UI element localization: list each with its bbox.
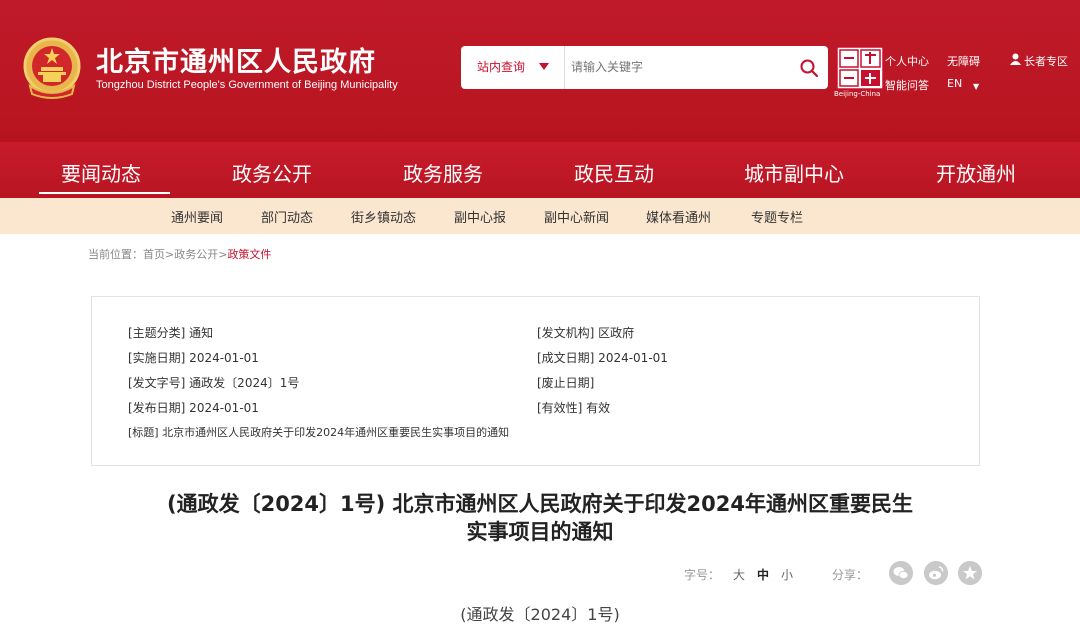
subnav-item-sub-center-paper[interactable]: 副中心报: [454, 207, 506, 226]
user-icon: [1010, 53, 1021, 65]
nav-item-news[interactable]: 要闻动态: [61, 158, 141, 187]
breadcrumb: 当前位置：首页>政务公开>政策文件: [88, 246, 271, 262]
font-size-label: 字号：: [684, 568, 721, 582]
nav-active-indicator: [39, 192, 170, 194]
meta-publish-date: [发布日期] 2024-01-01: [128, 401, 259, 415]
nav-item-gov-services[interactable]: 政务服务: [403, 158, 483, 187]
favorite-icon[interactable]: [958, 561, 982, 585]
weibo-icon[interactable]: [924, 561, 948, 585]
subnav-item-media[interactable]: 媒体看通州: [646, 207, 711, 226]
breadcrumb-separator: >: [165, 248, 175, 261]
capital-logo-caption: Beijing-China: [834, 90, 881, 98]
search-input[interactable]: [571, 56, 781, 78]
personal-center-link[interactable]: 个人中心: [885, 53, 929, 69]
chevron-down-icon: [539, 63, 549, 70]
accessibility-link[interactable]: 无障碍: [947, 53, 980, 69]
subnav-item-dept-news[interactable]: 部门动态: [261, 207, 313, 226]
share-label: 分享：: [832, 568, 869, 582]
font-size-small-button[interactable]: 小: [781, 566, 793, 583]
english-link[interactable]: EN: [947, 77, 962, 90]
elder-zone-link[interactable]: 长者专区: [1024, 53, 1068, 69]
search-scope-select[interactable]: 站内查询: [461, 46, 565, 89]
breadcrumb-home[interactable]: 首页: [143, 248, 165, 261]
wechat-icon[interactable]: [889, 561, 913, 585]
subnav-item-sub-center-news[interactable]: 副中心新闻: [544, 207, 609, 226]
meta-subject: [标题] 北京市通州区人民政府关于印发2024年通州区重要民生实事项目的通知: [128, 426, 510, 439]
subnav-item-tongzhou-news[interactable]: 通州要闻: [171, 207, 223, 226]
nav-item-gov-affairs-open[interactable]: 政务公开: [232, 158, 312, 187]
article-title-line-2: 实事项目的通知: [466, 520, 614, 544]
language-caret-icon[interactable]: ▼: [973, 82, 979, 91]
site-title[interactable]: 北京市通州区人民政府: [96, 40, 376, 79]
site-subtitle: Tongzhou District People's Government of…: [96, 79, 398, 91]
meta-topic: [主题分类] 通知: [128, 326, 214, 340]
meta-effective-date: [实施日期] 2024-01-01: [128, 351, 259, 365]
subnav-item-special-topics[interactable]: 专题专栏: [751, 207, 803, 226]
nav-item-open-tongzhou[interactable]: 开放通州: [936, 158, 1016, 187]
article-title-line-1: (通政发〔2024〕1号) 北京市通州区人民政府关于印发2024年通州区重要民生: [166, 492, 913, 516]
meta-validity: [有效性] 有效: [537, 401, 611, 415]
nav-item-sub-center[interactable]: 城市副中心: [744, 158, 844, 187]
search-scope-label: 站内查询: [477, 60, 526, 74]
breadcrumb-policy-docs[interactable]: 政策文件: [227, 248, 271, 261]
search-icon[interactable]: [799, 58, 819, 78]
national-emblem-icon[interactable]: [22, 36, 82, 100]
nav-item-interaction[interactable]: 政民互动: [574, 158, 654, 187]
sub-nav: [0, 198, 1080, 234]
article-doc-number: (通政发〔2024〕1号): [460, 605, 620, 624]
meta-issuer: [发文机构] 区政府: [537, 326, 635, 340]
font-size-medium-button[interactable]: 中: [757, 566, 769, 583]
article-title: (通政发〔2024〕1号) 北京市通州区人民政府关于印发2024年通州区重要民生…: [60, 490, 1020, 546]
meta-written-date: [成文日期] 2024-01-01: [537, 351, 668, 365]
search-bar: 站内查询: [461, 46, 828, 89]
meta-doc-number: [发文字号] 通政发〔2024〕1号: [128, 376, 300, 390]
subnav-item-township-news[interactable]: 街乡镇动态: [351, 207, 416, 226]
font-size-large-button[interactable]: 大: [733, 566, 745, 583]
main-nav: [0, 142, 1080, 198]
meta-expiry-date: [废止日期]: [537, 376, 595, 390]
smart-qa-link[interactable]: 智能问答: [885, 77, 929, 93]
breadcrumb-prefix: 当前位置：: [88, 248, 143, 261]
breadcrumb-gov-affairs-open[interactable]: 政务公开: [174, 248, 218, 261]
